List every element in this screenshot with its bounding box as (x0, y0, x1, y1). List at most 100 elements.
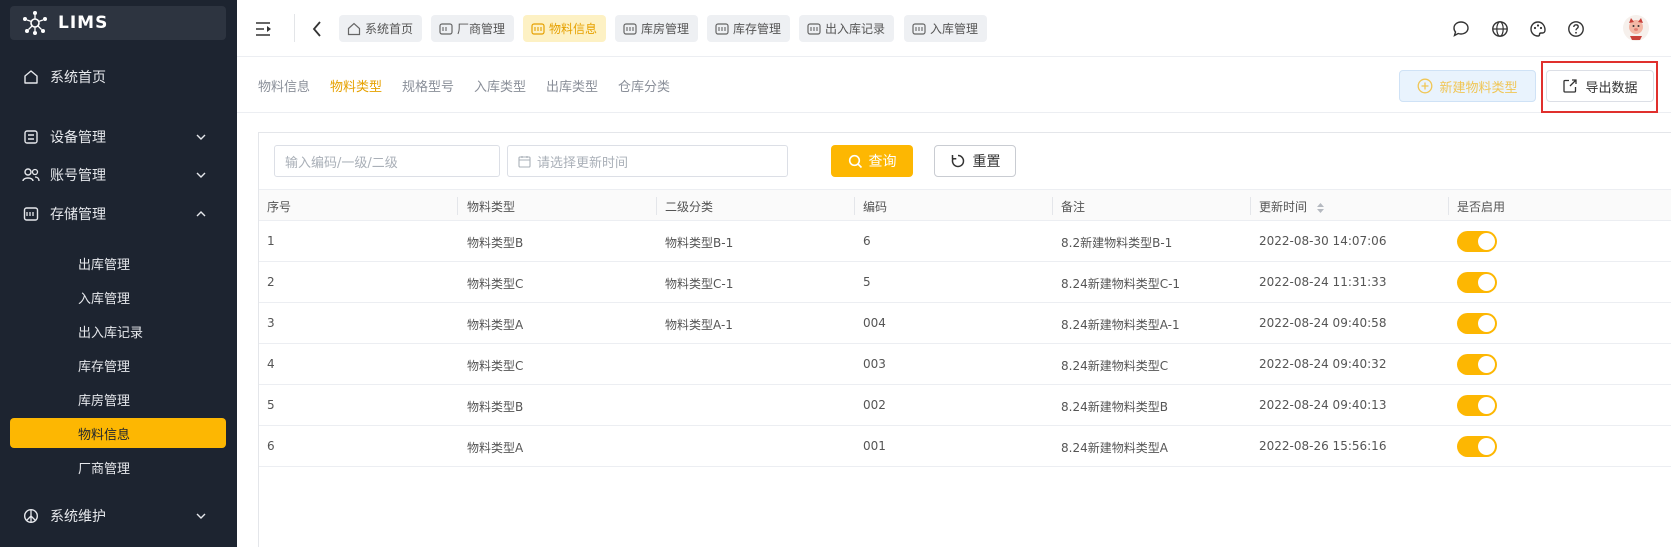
column-header-index: 序号 (267, 200, 292, 214)
subtab-material-info[interactable]: 物料信息 (258, 76, 310, 95)
tab-label: 系统首页 (365, 22, 414, 36)
chevron-down-icon (196, 134, 206, 140)
app-logo[interactable]: LIMS (10, 6, 226, 40)
sub-tabs-bar: 物料信息 物料类型 规格型号 入库类型 出库类型 仓库分类 新建物料类型 导出数… (237, 57, 1671, 113)
subtab-material-type[interactable]: 物料类型 (330, 76, 382, 95)
cell-updated: 2022-08-24 09:40:32 (1259, 357, 1387, 371)
enabled-toggle[interactable] (1457, 231, 1497, 252)
help-icon[interactable] (1566, 19, 1586, 39)
palette-icon[interactable] (1528, 19, 1548, 39)
table-row: 5 物料类型B 002 8.24新建物料类型B 2022-08-24 09:40… (259, 385, 1671, 426)
cell-updated: 2022-08-24 09:40:13 (1259, 398, 1387, 412)
globe-icon[interactable] (1490, 19, 1510, 39)
search-icon (848, 154, 862, 168)
cell-code: 5 (863, 275, 871, 289)
tab-warehouse[interactable]: 库房管理 (615, 15, 699, 42)
cell-updated: 2022-08-24 09:40:58 (1259, 316, 1387, 330)
subtab-spec-model[interactable]: 规格型号 (402, 76, 454, 95)
sidebar-subitem-inbound[interactable]: 入库管理 (10, 282, 226, 312)
chat-icon[interactable] (1451, 19, 1471, 39)
sidebar-item-device[interactable]: 设备管理 (0, 120, 237, 154)
cell-updated: 2022-08-26 15:56:16 (1259, 439, 1387, 453)
sidebar-subitem-material-info[interactable]: 物料信息 (10, 418, 226, 448)
enabled-toggle[interactable] (1457, 436, 1497, 457)
back-arrow-icon[interactable] (309, 20, 325, 38)
sort-icon[interactable] (1316, 202, 1325, 214)
enabled-toggle[interactable] (1457, 354, 1497, 375)
table-row: 1 物料类型B 物料类型B-1 6 8.2新建物料类型B-1 2022-08-3… (259, 221, 1671, 262)
subtab-inbound-type[interactable]: 入库类型 (474, 76, 526, 95)
storage-icon (22, 205, 40, 223)
toggle-knob (1478, 397, 1495, 414)
column-header-code: 编码 (863, 200, 888, 214)
new-material-type-button[interactable]: 新建物料类型 (1399, 70, 1536, 102)
update-time-picker[interactable]: 请选择更新时间 (507, 145, 788, 177)
toggle-knob (1478, 438, 1495, 455)
enabled-toggle[interactable] (1457, 313, 1497, 334)
toggle-knob (1478, 274, 1495, 291)
cell-type: 物料类型B (467, 236, 524, 250)
tab-label: 库房管理 (641, 22, 690, 36)
column-header-remark: 备注 (1061, 200, 1086, 214)
cell-remark: 8.24新建物料类型A (1061, 441, 1168, 455)
query-button[interactable]: 查询 (831, 145, 913, 177)
chevron-down-icon (196, 172, 206, 178)
sidebar-subitem-warehouse[interactable]: 库房管理 (10, 384, 226, 414)
sidebar-item-home[interactable]: 系统首页 (0, 60, 237, 94)
column-separator (1250, 197, 1251, 215)
column-separator (457, 197, 458, 215)
query-button-label: 查询 (868, 154, 897, 170)
new-button-label: 新建物料类型 (1439, 80, 1518, 96)
sidebar-item-maintenance[interactable]: 系统维护 (0, 499, 237, 533)
sidebar-item-storage[interactable]: 存储管理 (0, 197, 237, 231)
collapse-menu-icon[interactable] (255, 20, 273, 38)
tab-inventory[interactable]: 库存管理 (707, 15, 791, 42)
code-search-placeholder: 输入编码/一级/二级 (285, 155, 398, 171)
cell-subcategory: 物料类型B-1 (665, 236, 734, 250)
sidebar-subitem-outbound[interactable]: 出库管理 (10, 248, 226, 278)
app-name: LIMS (58, 13, 109, 33)
export-highlight-box (1541, 61, 1658, 113)
toggle-knob (1478, 233, 1495, 250)
tab-inout-records[interactable]: 出入库记录 (799, 15, 895, 42)
cell-remark: 8.2新建物料类型B-1 (1061, 236, 1173, 250)
cell-type: 物料类型C (467, 277, 524, 291)
subtab-outbound-type[interactable]: 出库类型 (546, 76, 598, 95)
sidebar-subitem-vendor[interactable]: 厂商管理 (10, 452, 226, 482)
refresh-icon (951, 154, 964, 168)
tab-icon (912, 22, 926, 36)
chevron-up-icon (196, 211, 206, 217)
column-header-updated[interactable]: 更新时间 (1259, 198, 1325, 215)
cell-updated: 2022-08-30 14:07:06 (1259, 234, 1387, 248)
material-type-table: 序号 物料类型 二级分类 编码 备注 更新时间 是否启用 1 物料类型B 物料类… (259, 189, 1671, 467)
cell-index: 5 (267, 398, 275, 412)
enabled-toggle[interactable] (1457, 395, 1497, 416)
sidebar-subitem-inout-records[interactable]: 出入库记录 (10, 316, 226, 346)
calendar-icon (518, 155, 531, 168)
tab-home[interactable]: 系统首页 (339, 15, 423, 42)
tab-icon (531, 22, 545, 36)
cell-subcategory: 物料类型C-1 (665, 277, 734, 291)
tab-inbound[interactable]: 入库管理 (904, 15, 988, 42)
cell-index: 3 (267, 316, 275, 330)
column-separator (656, 197, 657, 215)
toggle-knob (1478, 315, 1495, 332)
sidebar-item-label: 账号管理 (50, 168, 106, 184)
enabled-toggle[interactable] (1457, 272, 1497, 293)
cell-code: 003 (863, 357, 886, 371)
code-search-input[interactable]: 输入编码/一级/二级 (274, 145, 500, 177)
tab-material-info[interactable]: 物料信息 (523, 15, 607, 42)
cell-index: 2 (267, 275, 275, 289)
sidebar: LIMS 系统首页 设备管理 账号管理 存储管理 出库管理 入库管理 出入库记录… (0, 0, 237, 547)
reset-button[interactable]: 重置 (934, 145, 1016, 177)
cell-type: 物料类型C (467, 359, 524, 373)
sidebar-item-accounts[interactable]: 账号管理 (0, 158, 237, 192)
subtab-warehouse-category[interactable]: 仓库分类 (618, 76, 670, 95)
sidebar-item-label: 系统首页 (50, 70, 106, 86)
cell-type: 物料类型A (467, 318, 524, 332)
sidebar-subitem-inventory[interactable]: 库存管理 (10, 350, 226, 380)
tab-vendor[interactable]: 厂商管理 (431, 15, 515, 42)
maintenance-icon (22, 507, 40, 525)
avatar[interactable] (1622, 14, 1650, 42)
chevron-down-icon (196, 513, 206, 519)
